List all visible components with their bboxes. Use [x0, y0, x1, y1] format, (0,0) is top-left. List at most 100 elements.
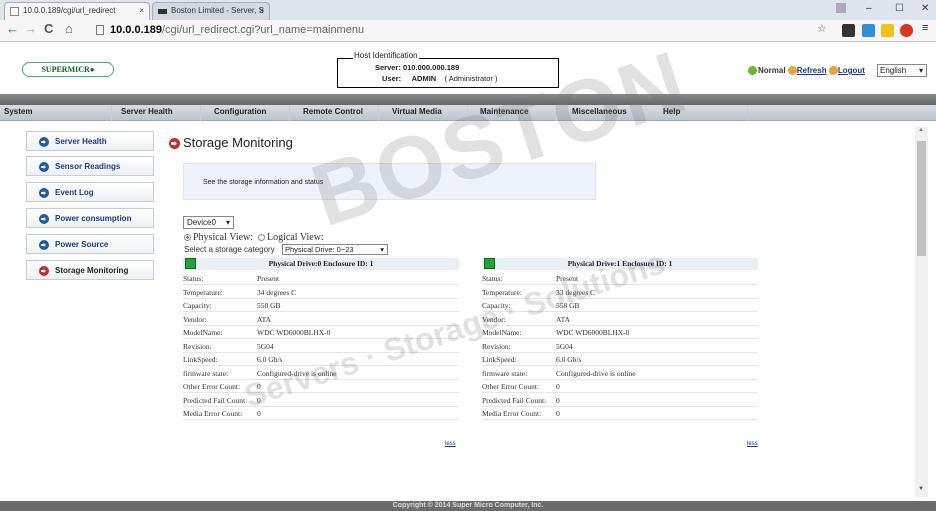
- extension-icon[interactable]: [881, 24, 894, 37]
- scroll-up-icon[interactable]: ▲: [918, 127, 924, 133]
- home-button[interactable]: ⌂: [65, 21, 73, 36]
- physical-view-label: Physical View:: [193, 232, 254, 243]
- view-options: Physical View: Logical View:: [184, 232, 324, 243]
- arrow-right-icon: [39, 214, 49, 224]
- category-value: Physical Drive: 0~23: [285, 245, 354, 254]
- status-ok-icon: [748, 66, 757, 76]
- scrollbar-thumb[interactable]: [917, 141, 926, 256]
- refresh-icon: [787, 66, 797, 76]
- scroll-down-icon[interactable]: ▼: [918, 486, 924, 492]
- close-window-button[interactable]: ✕: [921, 3, 929, 14]
- server-label: Server:: [375, 63, 401, 72]
- device-select[interactable]: Device0 ▾: [183, 216, 234, 229]
- close-tab-icon[interactable]: ×: [259, 6, 264, 15]
- field-label: Temperature:: [183, 287, 223, 297]
- logical-view-radio[interactable]: [258, 234, 266, 242]
- menu-icon[interactable]: ≡: [922, 22, 928, 34]
- table-row: Other Error Count: 0: [482, 381, 758, 393]
- bookmark-star-icon[interactable]: ☆: [817, 22, 827, 35]
- language-select[interactable]: English ▾: [877, 64, 927, 77]
- table-row: ModelName: WDC WD6000BLHX-0: [482, 327, 758, 339]
- user-profile-icon[interactable]: [836, 3, 846, 13]
- menu-system[interactable]: System: [4, 107, 32, 116]
- back-button[interactable]: ←: [6, 21, 19, 36]
- field-label: Media Error Count:: [183, 409, 243, 418]
- field-value: 33 degrees C: [556, 287, 596, 297]
- user-label: User:: [382, 74, 402, 83]
- menu-miscellaneous[interactable]: Miscellaneous: [572, 107, 627, 116]
- chevron-down-icon: ▾: [918, 66, 923, 75]
- field-value: 558 GB: [556, 301, 580, 310]
- adblock-icon[interactable]: [900, 24, 913, 37]
- field-label: Temperature:: [482, 287, 522, 297]
- sidebar-item-power-consumption[interactable]: Power consumption: [26, 208, 154, 228]
- table-row: Media Error Count: 0: [482, 408, 758, 420]
- field-label: Revision:: [183, 341, 212, 351]
- sidebar-item-sensor-readings[interactable]: Sensor Readings: [26, 156, 154, 176]
- sidebar-item-label: Event Log: [55, 188, 94, 197]
- field-value: 0: [257, 395, 261, 405]
- category-select[interactable]: Physical Drive: 0~23 ▾: [282, 244, 388, 255]
- extension-icon[interactable]: [862, 24, 875, 37]
- sidebar-item-event-log[interactable]: Event Log: [26, 182, 154, 202]
- field-value: 558 GB: [257, 301, 281, 310]
- menu-help[interactable]: Help: [663, 107, 680, 116]
- user-role: ( Administrator ): [444, 74, 498, 83]
- field-label: Other Error Count:: [183, 382, 241, 391]
- field-label: Capacity:: [482, 301, 511, 310]
- minimize-button[interactable]: –: [866, 3, 872, 14]
- logout-link[interactable]: Logout: [838, 66, 865, 75]
- category-label: Select a storage category: [184, 245, 275, 254]
- field-value: Present: [556, 274, 579, 283]
- device-value: Device0: [187, 218, 216, 227]
- field-value: 6.0 Gb/s: [257, 355, 283, 364]
- sidebar-item-server-health[interactable]: Server Health: [26, 131, 154, 151]
- table-row: Status: Present: [183, 273, 459, 285]
- field-value: 34 degrees C: [257, 287, 297, 297]
- page-info-icon[interactable]: [96, 25, 104, 35]
- close-tab-icon[interactable]: ×: [139, 6, 144, 15]
- menu-maintenance[interactable]: Maintenance: [480, 107, 528, 116]
- chevron-down-icon: ▾: [380, 245, 384, 254]
- physical-view-radio[interactable]: [184, 234, 191, 242]
- table-row: Temperature: 34 degrees C: [183, 287, 459, 299]
- field-value: Configured-drive is online: [257, 368, 337, 378]
- maximize-button[interactable]: ☐: [895, 3, 904, 14]
- less-link[interactable]: less: [747, 441, 758, 447]
- sidebar-item-label: Power Source: [55, 240, 109, 249]
- field-label: Predicted Fail Count:: [482, 395, 547, 405]
- browser-tab-1[interactable]: 10.0.0.189/cgi/url_redirect ×: [4, 2, 150, 20]
- field-value: ATA: [257, 314, 271, 324]
- logout-icon: [828, 66, 838, 76]
- table-row: firmware state: Configured-drive is onlin…: [482, 368, 758, 380]
- field-value: 0: [556, 409, 560, 418]
- chevron-down-icon: ▾: [225, 218, 230, 227]
- menu-remote-control[interactable]: Remote Control: [303, 107, 363, 116]
- browser-tab-2[interactable]: Boston Limited - Server, S ×: [152, 2, 270, 20]
- menu-virtual-media[interactable]: Virtual Media: [392, 107, 442, 116]
- field-value: Configured-drive is online: [556, 368, 636, 378]
- arrow-right-icon: [169, 138, 180, 149]
- field-value: 5G04: [257, 341, 274, 351]
- language-value: English: [880, 66, 907, 75]
- sidebar-item-power-source[interactable]: Power Source: [26, 234, 154, 254]
- menu-topbar: [0, 94, 936, 105]
- field-value: 5G04: [556, 341, 573, 351]
- drive-title: Physical Drive:1 Enclosure ID: 1: [567, 259, 673, 268]
- url-path: /cgi/url_redirect.cgi?url_name=mainmenu: [162, 24, 365, 36]
- field-value: 0: [257, 409, 261, 418]
- reload-button[interactable]: C: [44, 21, 53, 36]
- field-value: WDC WD6000BLHX-0: [556, 328, 630, 337]
- field-label: ModelName:: [183, 328, 223, 337]
- field-label: Predicted Fail Count:: [183, 395, 248, 405]
- forward-button[interactable]: →: [24, 21, 37, 36]
- address-bar[interactable]: 10.0.0.189/cgi/url_redirect.cgi?url_name…: [96, 21, 796, 39]
- menu-configuration[interactable]: Configuration: [214, 107, 266, 116]
- table-row: Vendor: ATA: [183, 314, 459, 326]
- extension-icon[interactable]: [842, 24, 855, 37]
- refresh-link[interactable]: Refresh: [797, 66, 827, 75]
- menu-server-health[interactable]: Server Health: [121, 107, 173, 116]
- sidebar-item-storage-monitoring[interactable]: Storage Monitoring: [26, 260, 154, 280]
- less-link[interactable]: less: [445, 441, 456, 447]
- url-host: 10.0.0.189: [110, 24, 162, 36]
